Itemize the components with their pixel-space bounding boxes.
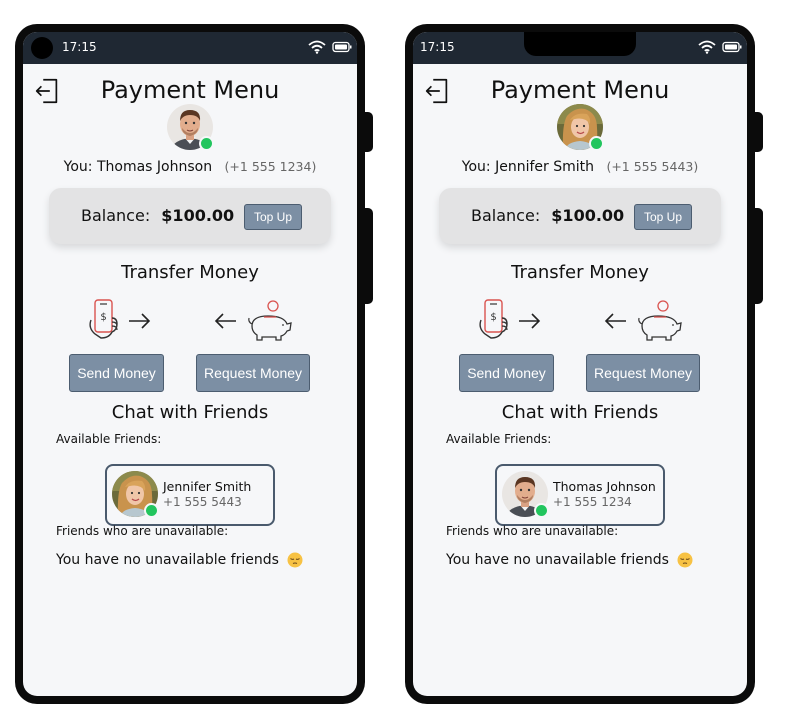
camera-cutout <box>31 37 53 59</box>
friend-avatar <box>501 470 549 518</box>
friend-phone: +1 555 1234 <box>553 495 632 509</box>
phone-money-icon <box>89 299 150 339</box>
power-button <box>755 208 763 304</box>
pensive-face-emoji <box>677 552 694 568</box>
user-phone: (+1 555 5443) <box>606 159 699 174</box>
status-bar: 17:15 <box>413 32 747 64</box>
piggy-bank-icon <box>215 300 292 341</box>
chat-with-friends-title: Chat with Friends <box>501 402 659 423</box>
request-money-button[interactable]: Request Money <box>586 354 700 392</box>
friend-phone: +1 555 5443 <box>163 495 242 509</box>
status-bar: 17:15 <box>23 32 357 64</box>
piggy-bank-icon <box>605 300 682 341</box>
friend-online-dot <box>534 503 549 518</box>
status-time: 17:15 <box>62 40 97 54</box>
friend-card[interactable]: Thomas Johnson +1 555 1234 <box>495 464 665 526</box>
phone-frame-right: 17:15 Payment Menu You: Jennifer Smith (… <box>405 24 763 704</box>
send-money-button[interactable]: Send Money <box>459 354 554 392</box>
screen-left: 17:15 Payment Menu You: Thomas Johnson (… <box>23 32 357 696</box>
friend-avatar <box>111 470 159 518</box>
no-unavailable-text: You have no unavailable friends <box>56 552 279 568</box>
available-friends-label: Available Friends: <box>56 432 162 446</box>
friend-name: Thomas Johnson <box>553 479 656 494</box>
no-unavailable-friends: You have no unavailable friends <box>446 552 694 568</box>
balance-value: $100.00 <box>161 206 235 225</box>
screen-right: 17:15 Payment Menu You: Jennifer Smith (… <box>413 32 747 696</box>
user-avatar <box>556 103 604 151</box>
battery-icon <box>332 41 352 53</box>
friend-name: Jennifer Smith <box>163 479 252 494</box>
available-friends-label: Available Friends: <box>446 432 552 446</box>
unavailable-friends-label: Friends who are unavailable: <box>56 524 229 538</box>
pensive-face-emoji <box>287 552 304 568</box>
user-prefix: You: <box>461 159 491 175</box>
current-user-line: You: Jennifer Smith (+1 555 5443) <box>413 159 747 175</box>
balance-label: Balance: <box>81 206 151 225</box>
user-name: Thomas Johnson <box>96 159 213 175</box>
power-button <box>365 208 373 304</box>
online-status-dot <box>589 136 604 151</box>
request-money-button[interactable]: Request Money <box>196 354 310 392</box>
user-prefix: You: <box>63 159 93 175</box>
balance-label: Balance: <box>471 206 541 225</box>
no-unavailable-friends: You have no unavailable friends <box>56 552 304 568</box>
transfer-money-title: Transfer Money <box>121 262 259 283</box>
balance-value: $100.00 <box>551 206 625 225</box>
volume-button <box>365 112 373 152</box>
wifi-icon <box>308 40 326 54</box>
user-avatar <box>166 103 214 151</box>
top-up-button[interactable]: Top Up <box>634 204 692 230</box>
notch <box>524 32 636 56</box>
chat-with-friends-title: Chat with Friends <box>111 402 269 423</box>
friend-online-dot <box>144 503 159 518</box>
user-name: Jennifer Smith <box>495 159 594 175</box>
page-title: Payment Menu <box>100 76 280 104</box>
battery-icon <box>722 41 742 53</box>
phone-frame-left: 17:15 Payment Menu You: Thomas Johnson (… <box>15 24 373 704</box>
page-title: Payment Menu <box>490 76 670 104</box>
send-money-button[interactable]: Send Money <box>69 354 164 392</box>
online-status-dot <box>199 136 214 151</box>
phone-money-icon <box>479 299 540 339</box>
volume-button <box>755 112 763 152</box>
no-unavailable-text: You have no unavailable friends <box>446 552 669 568</box>
transfer-money-title: Transfer Money <box>511 262 649 283</box>
friend-card[interactable]: Jennifer Smith +1 555 5443 <box>105 464 275 526</box>
current-user-line: You: Thomas Johnson (+1 555 1234) <box>23 159 357 175</box>
status-time: 17:15 <box>420 40 455 54</box>
unavailable-friends-label: Friends who are unavailable: <box>446 524 619 538</box>
balance-card: Balance: $100.00 Top Up <box>439 188 721 244</box>
balance-card: Balance: $100.00 Top Up <box>49 188 331 244</box>
top-up-button[interactable]: Top Up <box>244 204 302 230</box>
wifi-icon <box>698 40 716 54</box>
user-phone: (+1 555 1234) <box>224 159 317 174</box>
